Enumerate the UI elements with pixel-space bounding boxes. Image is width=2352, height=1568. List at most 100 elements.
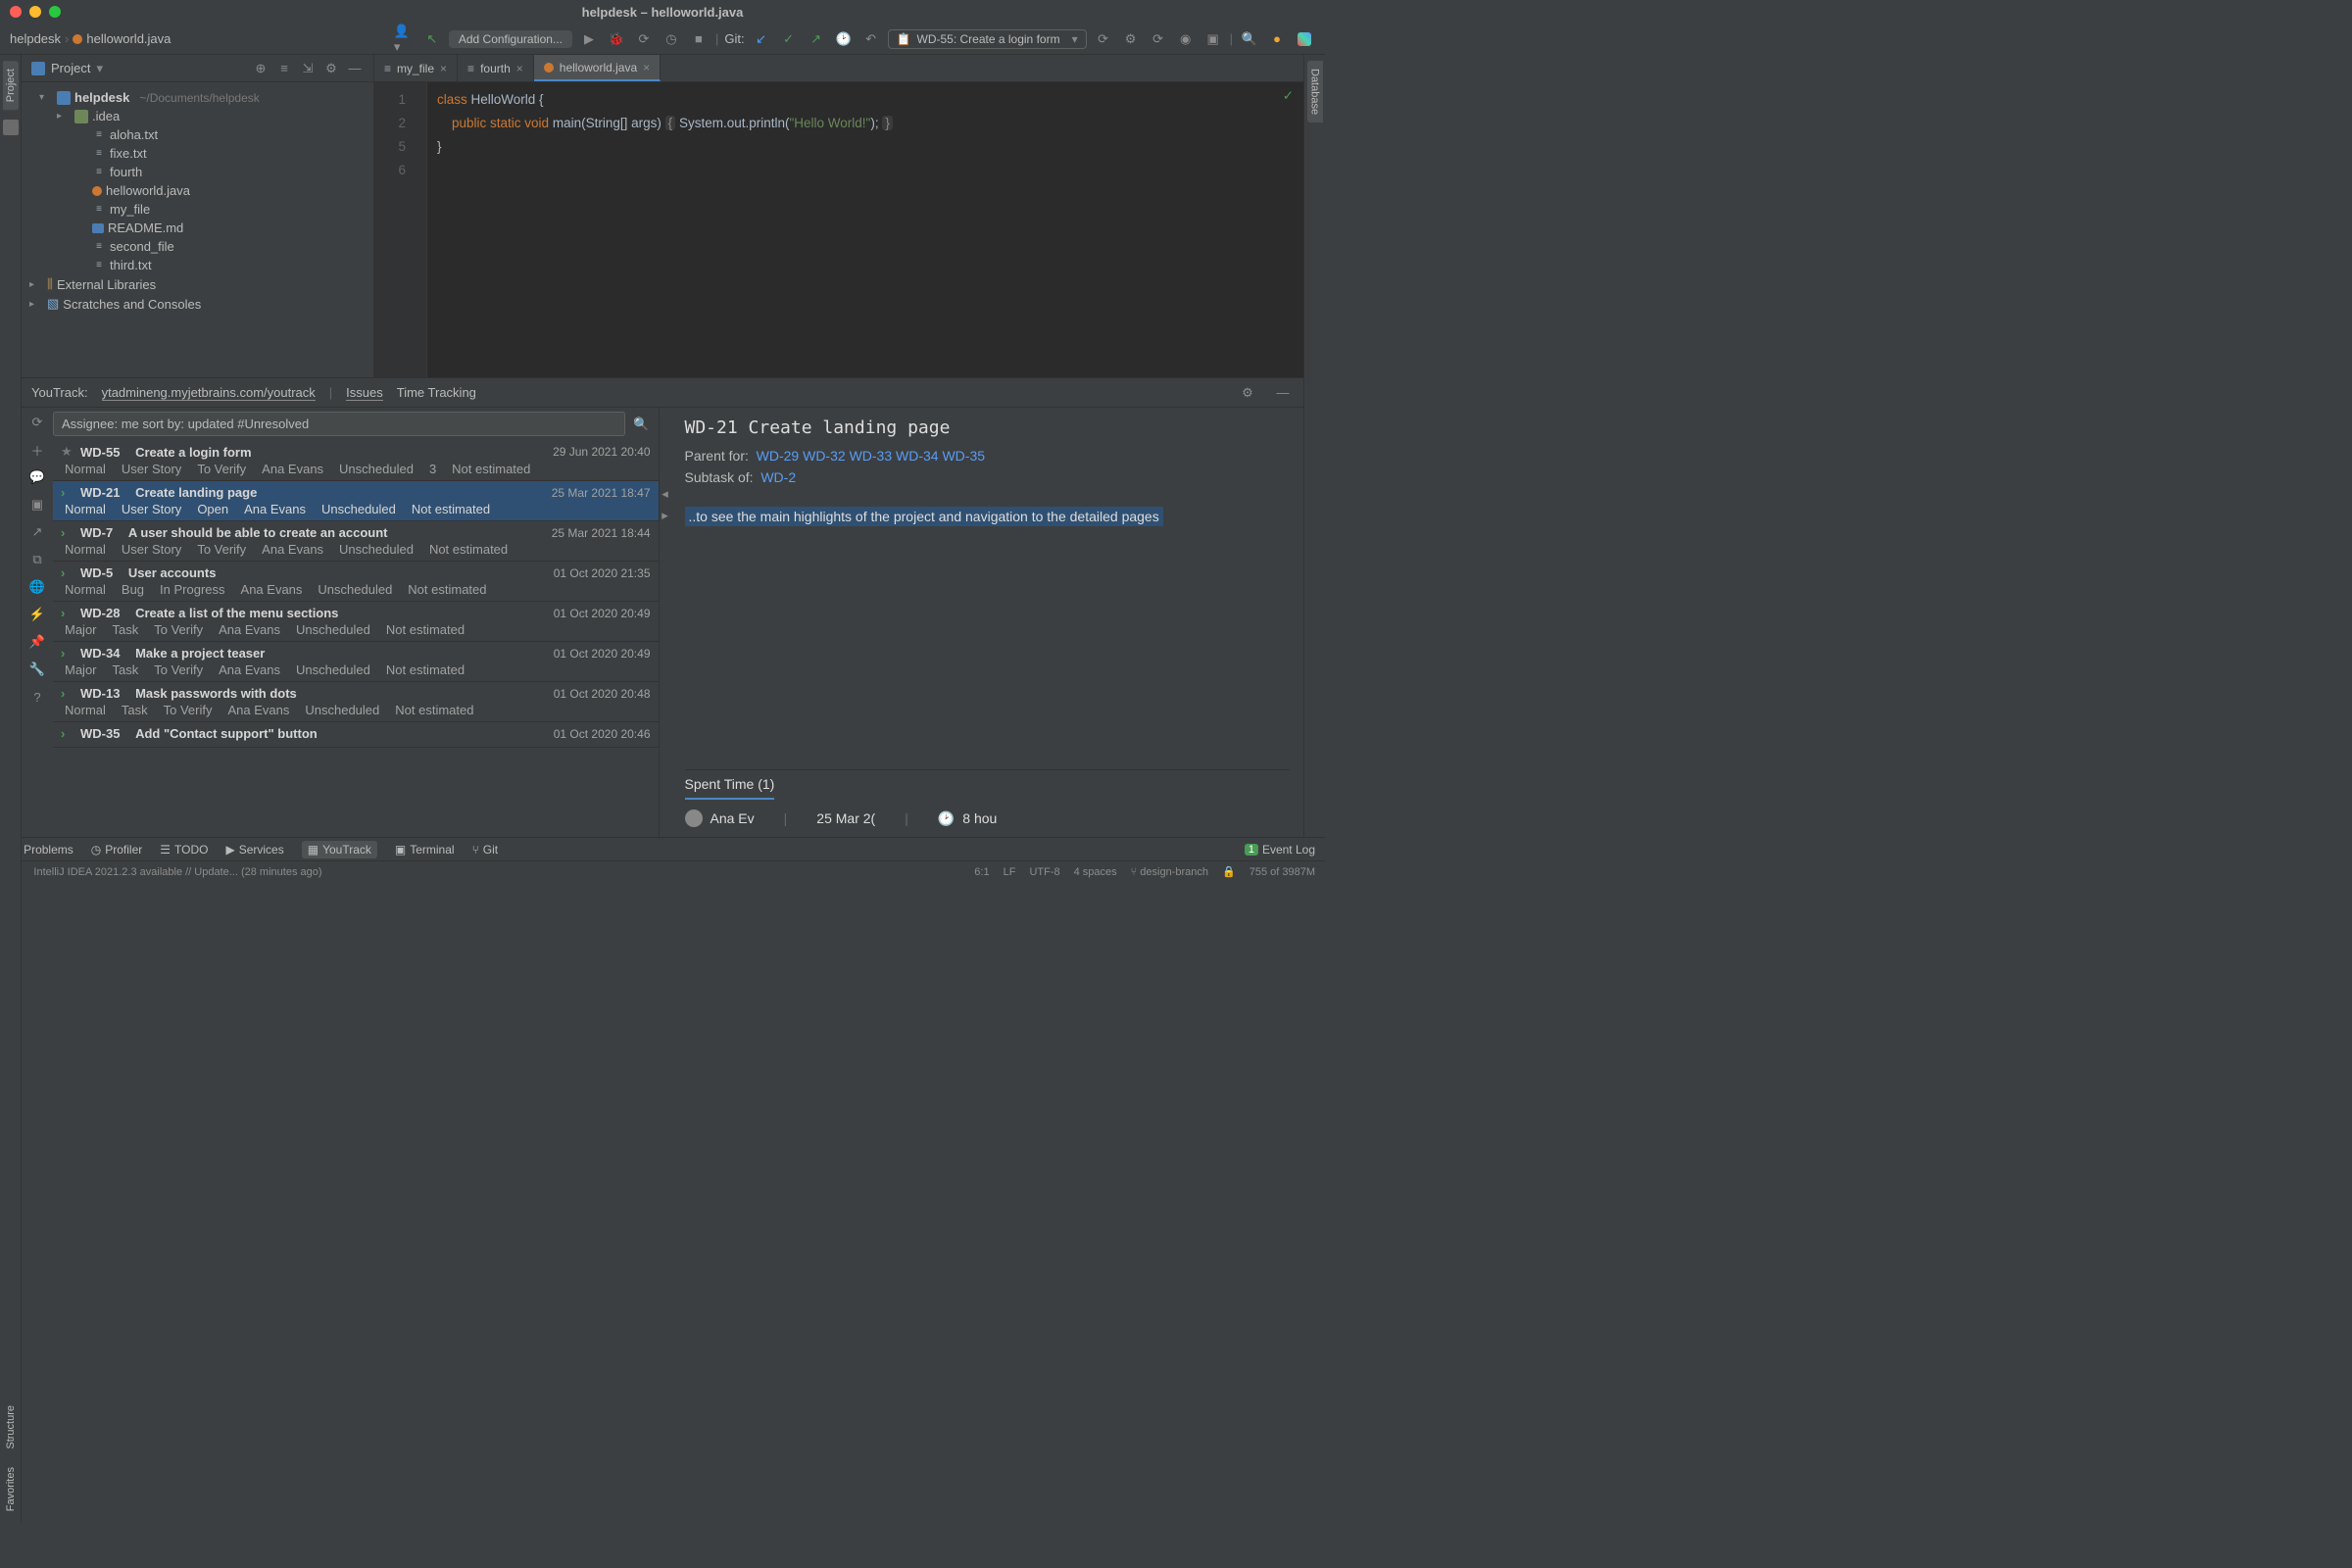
user-icon[interactable]: 👤▾ xyxy=(394,28,416,50)
expand-all-icon[interactable]: ≡ xyxy=(275,60,293,77)
editor-body[interactable]: 1256 class HelloWorld { public static vo… xyxy=(374,82,1303,377)
tree-file[interactable]: helloworld.java xyxy=(22,181,373,200)
copy-icon[interactable]: ⧉ xyxy=(28,551,46,568)
help-icon[interactable]: ? xyxy=(28,688,46,706)
search-icon[interactable]: 🔍 xyxy=(631,416,653,432)
search-input[interactable] xyxy=(53,412,625,436)
breadcrumb-file[interactable]: helloworld.java xyxy=(86,31,171,46)
tree-external-libs[interactable]: ▸⫼ External Libraries xyxy=(22,274,373,294)
profiler-tab[interactable]: ◷Profiler xyxy=(91,843,143,857)
parent-link[interactable]: WD-33 xyxy=(850,448,893,464)
inspection-ok-icon[interactable]: ✓ xyxy=(1283,88,1294,104)
git-tab[interactable]: ⑂Git xyxy=(472,843,499,857)
subtask-link[interactable]: WD-2 xyxy=(760,469,796,485)
tree-project-root[interactable]: ▾ helpdesk ~/Documents/helpdesk xyxy=(22,88,373,107)
update-status[interactable]: IntelliJ IDEA 2021.2.3 available // Upda… xyxy=(33,866,321,878)
run-config-dropdown[interactable]: Add Configuration... xyxy=(449,30,572,48)
toolbar-icon[interactable]: ⚙ xyxy=(1120,28,1142,50)
gear-icon[interactable]: ⚙ xyxy=(322,60,340,77)
issue-row[interactable]: ›WD-21 Create landing page25 Mar 2021 18… xyxy=(53,481,659,521)
profile-button[interactable]: ◷ xyxy=(661,28,682,50)
parent-link[interactable]: WD-34 xyxy=(896,448,939,464)
browser-icon[interactable]: ↗ xyxy=(28,523,46,541)
memory-indicator[interactable]: 755 of 3987M xyxy=(1250,866,1315,878)
parent-link[interactable]: WD-35 xyxy=(942,448,985,464)
minimize-window-button[interactable] xyxy=(29,6,41,18)
youtrack-tab[interactable]: ▦YouTrack xyxy=(302,841,377,858)
sync-icon[interactable]: ⟳ xyxy=(1093,28,1114,50)
editor-tab[interactable]: my_file× xyxy=(374,55,458,81)
stop-button[interactable]: ■ xyxy=(688,28,710,50)
spent-time-tab[interactable]: Spent Time (1) xyxy=(685,770,775,800)
toolbar-icon[interactable]: ◉ xyxy=(1175,28,1197,50)
clipboard-icon[interactable]: ▣ xyxy=(28,496,46,514)
refresh-icon[interactable]: ⟳ xyxy=(28,414,46,431)
task-dropdown[interactable]: 📋 WD-55: Create a login form ▾ xyxy=(888,29,1087,49)
tree-file[interactable]: fixe.txt xyxy=(22,144,373,163)
caret-position[interactable]: 6:1 xyxy=(974,866,989,878)
youtrack-server-link[interactable]: ytadmineng.myjetbrains.com/youtrack xyxy=(102,385,316,401)
analyze-icon[interactable]: ⚡ xyxy=(28,606,46,623)
tree-scratches[interactable]: ▸▧ Scratches and Consoles xyxy=(22,294,373,314)
database-tool-tab[interactable]: Database xyxy=(1307,61,1323,122)
youtrack-issues-link[interactable]: Issues xyxy=(346,385,383,401)
coverage-button[interactable]: ⟳ xyxy=(633,28,655,50)
issue-row[interactable]: ›WD-7 A user should be able to create an… xyxy=(53,521,659,562)
close-icon[interactable]: × xyxy=(516,62,523,75)
git-rollback-icon[interactable]: ↶ xyxy=(860,28,882,50)
ide-update-icon[interactable]: ● xyxy=(1266,28,1288,50)
indent-status[interactable]: 4 spaces xyxy=(1074,866,1117,878)
gear-icon[interactable]: ⚙ xyxy=(1237,382,1258,404)
chevron-down-icon[interactable]: ▾ xyxy=(96,61,103,76)
tree-file[interactable]: README.md xyxy=(22,219,373,237)
toolbar-icon[interactable]: ⟳ xyxy=(1148,28,1169,50)
search-icon[interactable]: 🔍 xyxy=(1239,28,1260,50)
lock-icon[interactable]: 🔒 xyxy=(1222,865,1236,878)
issue-row[interactable]: ›WD-5 User accounts01 Oct 2020 21:35Norm… xyxy=(53,562,659,602)
git-pull-icon[interactable]: ↙ xyxy=(751,28,772,50)
run-button[interactable]: ▶ xyxy=(578,28,600,50)
globe-icon[interactable]: 🌐 xyxy=(28,578,46,596)
issue-row[interactable]: ›WD-28 Create a list of the menu section… xyxy=(53,602,659,642)
tree-file[interactable]: second_file xyxy=(22,237,373,256)
add-icon[interactable]: ＋ xyxy=(28,441,46,459)
select-opened-file-icon[interactable]: ⊕ xyxy=(252,60,270,77)
issue-row[interactable]: ›WD-13 Mask passwords with dots01 Oct 20… xyxy=(53,682,659,722)
maximize-window-button[interactable] xyxy=(49,6,61,18)
parent-link[interactable]: WD-29 xyxy=(757,448,800,464)
editor-tab-active[interactable]: helloworld.java× xyxy=(534,55,661,81)
project-tool-tab[interactable]: Project xyxy=(3,61,19,110)
collapse-all-icon[interactable]: ⇲ xyxy=(299,60,317,77)
close-icon[interactable]: × xyxy=(643,61,650,74)
services-tab[interactable]: ▶Services xyxy=(225,843,283,857)
issue-row[interactable]: ›WD-34 Make a project teaser01 Oct 2020 … xyxy=(53,642,659,682)
issue-row[interactable]: ★WD-55 Create a login form29 Jun 2021 20… xyxy=(53,440,659,481)
tree-file[interactable]: my_file xyxy=(22,200,373,219)
git-history-icon[interactable]: 🕑 xyxy=(833,28,855,50)
git-branch[interactable]: ⑂ design-branch xyxy=(1131,866,1208,878)
line-separator[interactable]: LF xyxy=(1004,866,1016,878)
file-encoding[interactable]: UTF-8 xyxy=(1029,866,1059,878)
breadcrumb-project[interactable]: helpdesk xyxy=(10,31,61,46)
todo-tab[interactable]: ☰TODO xyxy=(160,843,208,857)
jetbrains-hub-icon[interactable] xyxy=(1294,28,1315,50)
wrench-icon[interactable]: 🔧 xyxy=(28,661,46,678)
youtrack-time-link[interactable]: Time Tracking xyxy=(397,385,476,400)
issue-row[interactable]: ›WD-35 Add "Contact support" button01 Oc… xyxy=(53,722,659,748)
collapse-right-icon[interactable]: ▸ xyxy=(662,508,668,523)
parent-link[interactable]: WD-32 xyxy=(803,448,846,464)
commit-tool-tab[interactable] xyxy=(3,120,19,135)
hide-panel-icon[interactable]: — xyxy=(1272,382,1294,404)
close-window-button[interactable] xyxy=(10,6,22,18)
hammer-icon[interactable]: ↖ xyxy=(421,28,443,50)
toolbar-icon[interactable]: ▣ xyxy=(1202,28,1224,50)
tree-folder[interactable]: ▸ .idea xyxy=(22,107,373,125)
git-commit-icon[interactable]: ✓ xyxy=(778,28,800,50)
hide-panel-icon[interactable]: — xyxy=(346,60,364,77)
git-push-icon[interactable]: ↗ xyxy=(806,28,827,50)
editor-tab[interactable]: fourth× xyxy=(458,55,534,81)
debug-button[interactable]: 🐞 xyxy=(606,28,627,50)
close-icon[interactable]: × xyxy=(440,62,447,75)
star-icon[interactable]: ★ xyxy=(61,444,74,460)
tree-file[interactable]: aloha.txt xyxy=(22,125,373,144)
